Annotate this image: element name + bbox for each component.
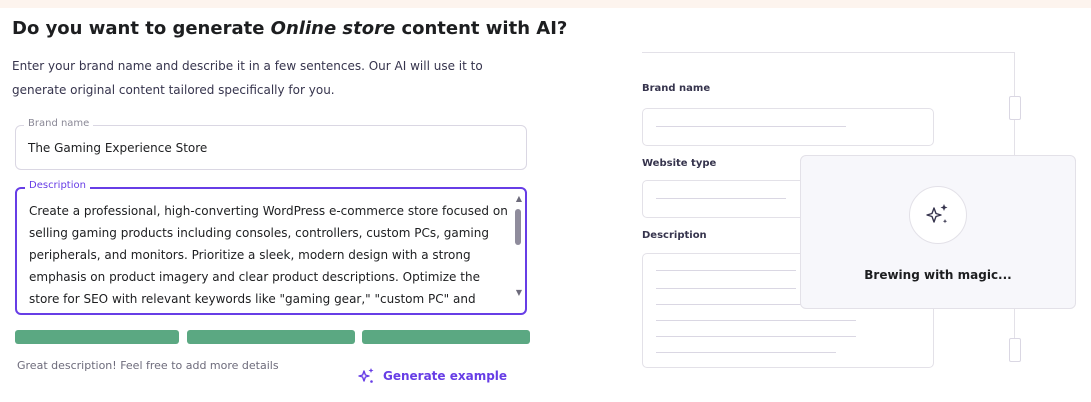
ill-website-type-line [656,198,786,199]
magic-icon-circle [909,186,967,244]
brand-name-label: Brand name [24,118,94,129]
ill-description-line-1 [656,270,796,271]
page-title: Do you want to generate Online store con… [12,18,568,39]
description-feedback: Great description! Feel free to add more… [17,359,279,372]
ai-content-dialog: Do you want to generate Online store con… [0,8,1091,402]
brand-name-field[interactable]: Brand name The Gaming Experience Store [15,118,527,170]
generate-example-label: Generate example [383,369,508,383]
intro-text: Enter your brand name and describe it in… [12,59,483,97]
scroll-up-arrow-icon[interactable]: ▲ [516,195,522,203]
wire-knob-bottom [1009,338,1021,362]
brewing-status: Brewing with magic... [864,268,1012,282]
site-type-emphasis: Online store [270,18,396,39]
brand-name-input[interactable]: The Gaming Experience Store [28,141,207,155]
ill-description-line-2 [656,288,796,289]
quality-meter-segment-1 [15,330,179,344]
wire-knob-top [1009,96,1021,120]
sparkles-icon [358,368,374,383]
brewing-card: Brewing with magic... [800,155,1076,309]
sparkles-icon [926,204,948,224]
description-field[interactable]: Description Create a professional, high-… [15,180,527,315]
generate-example-button[interactable]: Generate example [355,365,507,387]
scroll-down-arrow-icon[interactable]: ▼ [516,289,522,297]
ill-description-label: Description [642,230,707,241]
description-textarea[interactable]: Create a professional, high-converting W… [29,200,509,308]
wire-top [642,52,1014,53]
quality-meter-segment-2 [187,330,355,344]
ill-description-line-4 [656,320,856,321]
description-label: Description [25,180,90,191]
ill-brand-box [642,108,934,146]
description-scrollbar[interactable] [515,209,521,245]
wire-right-bottom [1014,308,1015,338]
ill-description-line-5 [656,336,856,337]
ill-brand-label: Brand name [642,83,711,94]
wire-right-mid [1014,120,1015,156]
ill-description-line-6 [656,352,836,353]
ill-brand-line [656,126,846,127]
quality-meter-segment-3 [362,330,530,344]
ill-website-type-label: Website type [642,158,717,169]
